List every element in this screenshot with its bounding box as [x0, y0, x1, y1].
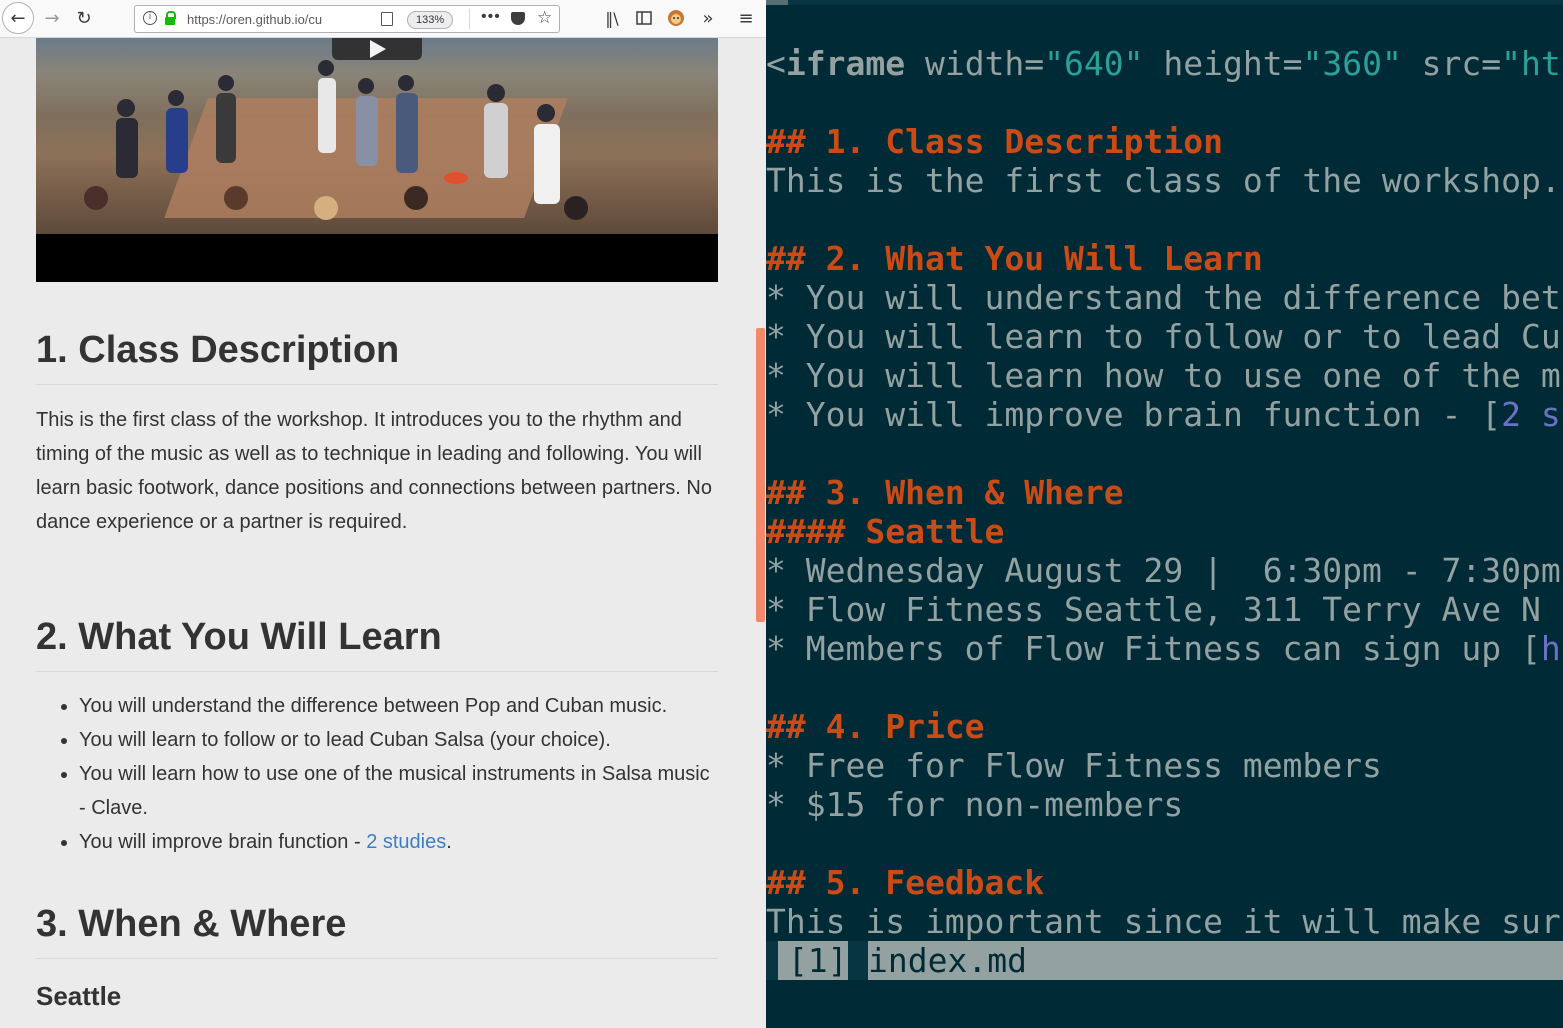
- url-text[interactable]: https://oren.github.io/cu: [187, 12, 377, 27]
- line-text: * You will improve brain function - [: [766, 395, 1502, 434]
- heading-text: 2. What You Will Learn: [825, 239, 1263, 278]
- back-arrow-icon[interactable]: ←: [2, 2, 34, 34]
- zoom-level-badge[interactable]: 133%: [407, 11, 454, 29]
- city-heading: Seattle: [36, 981, 122, 1011]
- browser-toolbar: ← → ↻ i https://oren.github.io/cu 133% •…: [0, 0, 766, 38]
- reload-icon[interactable]: ↻: [70, 4, 98, 32]
- code-line: * Wednesday August 29 | 6:30pm - 7:30pm: [766, 551, 1561, 590]
- statusline-edge: [766, 941, 778, 980]
- code-line: ## 2. What You Will Learn: [766, 239, 1263, 278]
- attr-name: height=: [1143, 44, 1303, 83]
- list-item: You will learn how to use one of the mus…: [79, 757, 718, 825]
- sidebar-icon[interactable]: [630, 4, 658, 32]
- attr-value: "360": [1302, 44, 1402, 83]
- link-text: 2 s: [1501, 395, 1561, 434]
- heading-marker: ##: [766, 122, 826, 161]
- hamburger-menu-icon[interactable]: ≡: [732, 4, 760, 32]
- code-line: ## 3. When & Where: [766, 473, 1124, 512]
- pocket-icon[interactable]: [511, 12, 525, 25]
- video-thumbnail: [36, 38, 718, 234]
- list-item: You will improve brain function - 2 stud…: [79, 825, 718, 859]
- reader-view-icon[interactable]: [381, 12, 393, 26]
- buffer-number: [1]: [768, 941, 848, 980]
- code-line: * You will improve brain function - [2 s: [766, 395, 1561, 434]
- section3-heading: 3. When & Where: [36, 902, 718, 959]
- attr-name: src=: [1401, 44, 1502, 83]
- overflow-chevron-icon[interactable]: »: [694, 4, 722, 32]
- heading-text: 4. Price: [825, 707, 985, 746]
- forward-arrow-icon[interactable]: →: [38, 4, 66, 32]
- heading-marker: ####: [766, 512, 866, 551]
- attr-name: width=: [905, 44, 1045, 83]
- monkey-extension-icon[interactable]: [662, 4, 690, 32]
- lock-icon: [165, 11, 176, 25]
- line-text: * Members of Flow Fitness can sign up [: [766, 629, 1541, 668]
- site-info-icon[interactable]: i: [143, 11, 157, 25]
- code-line: * You will learn how to use one of the m: [766, 356, 1561, 395]
- heading-text: Seattle: [865, 512, 1005, 551]
- section1-heading: 1. Class Description: [36, 328, 718, 385]
- tag-name: iframe: [785, 44, 906, 83]
- heading-marker: ##: [766, 473, 826, 512]
- studies-link[interactable]: 2 studies: [366, 831, 446, 853]
- learn-list: You will understand the difference betwe…: [36, 689, 718, 859]
- code-line: * Members of Flow Fitness can sign up [h: [766, 629, 1561, 668]
- page-actions-more-icon[interactable]: •••: [481, 8, 501, 26]
- bookmark-star-icon[interactable]: ☆: [537, 8, 552, 28]
- section-when-where: 3. When & Where Seattle: [36, 902, 718, 1012]
- code-line: * You will understand the difference bet: [766, 278, 1561, 317]
- tag-bracket: <: [766, 44, 786, 83]
- list-item-suffix: .: [446, 831, 452, 853]
- heading-marker: ##: [766, 707, 826, 746]
- attr-value: "ht: [1501, 44, 1561, 83]
- code-line: This is the first class of the workshop.: [766, 161, 1561, 200]
- library-icon[interactable]: ‖\: [598, 4, 626, 32]
- page-content: 1. Class Description This is the first c…: [0, 38, 766, 1028]
- section-class-description: 1. Class Description This is the first c…: [36, 328, 718, 539]
- attr-value: "640": [1044, 44, 1144, 83]
- link-text: h: [1540, 629, 1561, 668]
- code-line: ## 5. Feedback: [766, 863, 1044, 902]
- section1-paragraph: This is the first class of the workshop.…: [36, 409, 712, 533]
- scrollbar-thumb[interactable]: [756, 328, 765, 622]
- code-line: <iframe width="640" height="360" src="ht: [766, 44, 1561, 83]
- code-line: This is important since it will make sur: [766, 902, 1561, 941]
- video-player[interactable]: [36, 38, 718, 282]
- heading-text: 3. When & Where: [825, 473, 1124, 512]
- code-line: ## 4. Price: [766, 707, 985, 746]
- code-line: * $15 for non-members: [766, 785, 1184, 824]
- dancers-image: [84, 60, 588, 220]
- browser-window: ← → ↻ i https://oren.github.io/cu 133% •…: [0, 0, 766, 1028]
- code-line: * You will learn to follow or to lead Cu: [766, 317, 1561, 356]
- heading-marker: ##: [766, 863, 826, 902]
- section-what-you-learn: 2. What You Will Learn You will understa…: [36, 615, 718, 859]
- section2-heading: 2. What You Will Learn: [36, 615, 718, 672]
- heading-marker: ##: [766, 239, 826, 278]
- tabline-block: [766, 0, 788, 5]
- code-line: ## 1. Class Description: [766, 122, 1223, 161]
- heading-text: 1. Class Description: [825, 122, 1223, 161]
- list-item: You will understand the difference betwe…: [79, 689, 718, 723]
- code-line: * Flow Fitness Seattle, 311 Terry Ave N: [766, 590, 1541, 629]
- filename: index.md: [868, 941, 1027, 980]
- heading-text: 5. Feedback: [825, 863, 1045, 902]
- code-line: #### Seattle: [766, 512, 1004, 551]
- vim-statusline: [1] index.md: [766, 941, 1563, 980]
- url-separator: [469, 9, 470, 29]
- list-item-text: You will improve brain function -: [79, 831, 367, 853]
- play-button[interactable]: [332, 38, 422, 60]
- vim-editor[interactable]: <iframe width="640" height="360" src="ht…: [766, 0, 1563, 1028]
- code-line: * Free for Flow Fitness members: [766, 746, 1382, 785]
- vim-tabline: [766, 0, 1563, 5]
- url-bar[interactable]: i https://oren.github.io/cu 133% ••• ☆: [134, 5, 560, 33]
- list-item: You will learn to follow or to lead Cuba…: [79, 723, 718, 757]
